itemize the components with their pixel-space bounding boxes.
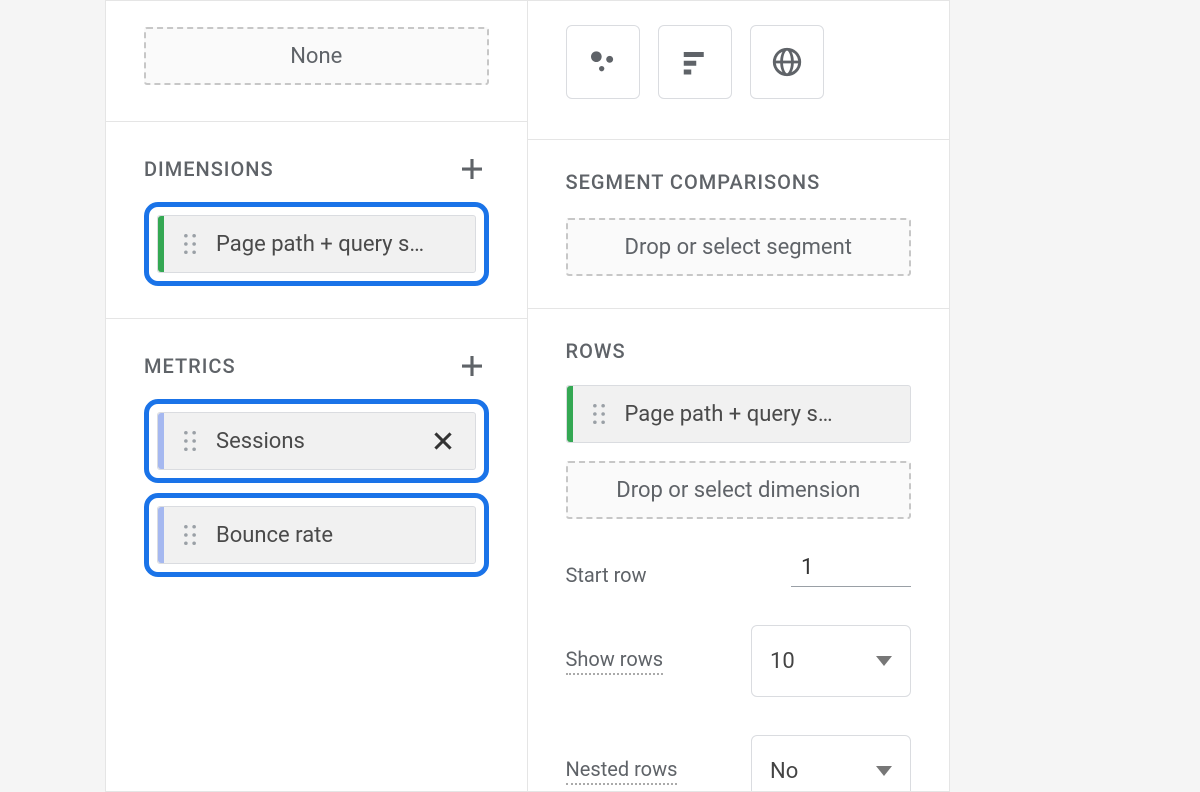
bar-icon [680,47,710,77]
drag-handle-icon[interactable] [178,430,202,452]
start-row-input[interactable] [791,549,911,587]
viz-bar-button[interactable] [658,25,732,99]
segment-comparisons-title: SEGMENT COMPARISONS [566,170,912,194]
variables-panel: None DIMENSIONS Page path + query s… [106,1,528,791]
viz-scatter-button[interactable] [566,25,640,99]
start-row-label: Start row [566,563,647,587]
chevron-down-icon [876,766,892,776]
add-dimension-button[interactable] [455,152,489,186]
visualization-row [528,1,950,140]
show-rows-value: 10 [770,649,795,674]
metric-highlight-0: Sessions [144,399,489,483]
row-drop-label: Drop or select dimension [616,478,860,503]
show-rows-select[interactable]: 10 [751,625,911,697]
metrics-title: METRICS [144,354,236,378]
metric-stripe [158,413,164,469]
dimensions-header: DIMENSIONS [144,152,489,186]
drag-handle-icon[interactable] [178,233,202,255]
dimension-chip-label: Page path + query s… [216,232,456,257]
metric-chip-label: Sessions [216,429,421,454]
row-stripe [567,386,573,442]
row-dimension-chip[interactable]: Page path + query s… [566,385,912,443]
dimension-highlight: Page path + query s… [144,202,489,286]
dimensions-section: DIMENSIONS Page path + query s… [106,122,527,319]
close-icon [430,428,456,454]
plus-icon [457,154,487,184]
show-rows-field: Show rows 10 [566,625,912,697]
rows-section: ROWS Page path + query s… Drop or select… [528,309,950,792]
segments-section: None [106,1,527,122]
chevron-down-icon [876,656,892,666]
rows-title: ROWS [566,339,912,363]
metric-highlight-1: Bounce rate [144,493,489,577]
drag-handle-icon[interactable] [587,403,611,425]
remove-metric-button[interactable] [421,428,465,454]
row-chip-label: Page path + query s… [625,402,885,427]
config-frame: None DIMENSIONS Page path + query s… [105,0,950,792]
segment-comparisons-section: SEGMENT COMPARISONS Drop or select segme… [528,140,950,309]
add-metric-button[interactable] [455,349,489,383]
nested-rows-label: Nested rows [566,757,678,785]
show-rows-label: Show rows [566,647,664,675]
nested-rows-select[interactable]: No [751,735,911,792]
dimension-chip[interactable]: Page path + query s… [157,215,476,273]
metrics-header: METRICS [144,349,489,383]
nested-rows-value: No [770,759,798,784]
start-row-field: Start row [566,549,912,587]
viz-geo-button[interactable] [750,25,824,99]
nested-rows-field: Nested rows No [566,735,912,792]
plus-icon [457,351,487,381]
metric-stripe [158,507,164,563]
segment-dropzone[interactable]: Drop or select segment [566,218,912,276]
metric-chip-label: Bounce rate [216,523,465,548]
dimension-stripe [158,216,164,272]
none-label: None [290,44,342,69]
metric-chip-bouncerate[interactable]: Bounce rate [157,506,476,564]
dimensions-title: DIMENSIONS [144,157,274,181]
scatter-icon [587,46,619,78]
tab-settings-panel: SEGMENT COMPARISONS Drop or select segme… [528,1,950,791]
drag-handle-icon[interactable] [178,524,202,546]
none-dropzone[interactable]: None [144,27,489,85]
metric-chip-sessions[interactable]: Sessions [157,412,476,470]
metrics-section: METRICS Sessions [106,319,527,609]
globe-icon [770,45,804,79]
segment-drop-label: Drop or select segment [625,235,852,260]
row-dropzone[interactable]: Drop or select dimension [566,461,912,519]
